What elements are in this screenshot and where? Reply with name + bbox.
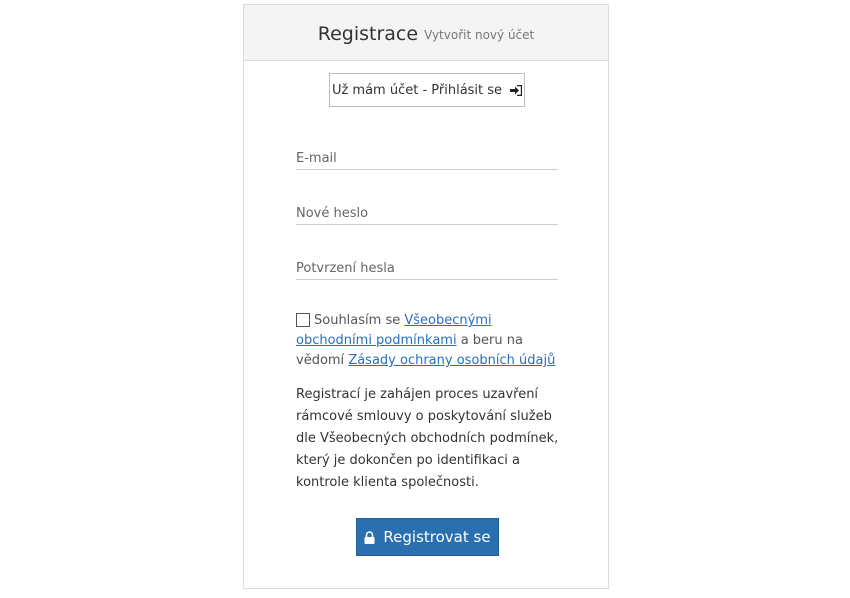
login-button-label: Už mám účet - Přihlásit se	[331, 82, 503, 98]
panel-header: Registrace Vytvořit nový účet	[244, 5, 608, 61]
email-field-wrapper	[296, 147, 558, 170]
consent-block: Souhlasím se Všeobecnými obchodními podm…	[296, 311, 562, 371]
sign-in-icon	[510, 84, 523, 96]
registration-panel: Registrace Vytvořit nový účet Už mám úče…	[243, 4, 609, 589]
login-button[interactable]: Už mám účet - Přihlásit se	[329, 73, 525, 107]
consent-text-before: Souhlasím se	[314, 313, 405, 328]
lock-icon	[364, 530, 375, 544]
page-subtitle: Vytvořit nový účet	[424, 28, 535, 42]
new-password-input[interactable]	[296, 202, 558, 225]
confirm-password-field-wrapper	[296, 257, 558, 280]
privacy-link[interactable]: Zásady ochrany osobních údajů	[348, 353, 555, 368]
consent-checkbox[interactable]	[296, 313, 310, 327]
register-button[interactable]: Registrovat se	[356, 518, 499, 556]
confirm-password-input[interactable]	[296, 257, 558, 280]
email-input[interactable]	[296, 147, 558, 170]
registration-info-text: Registrací je zahájen proces uzavření rá…	[296, 387, 559, 490]
register-button-label: Registrovat se	[383, 528, 491, 546]
page-title: Registrace	[317, 22, 419, 45]
new-password-field-wrapper	[296, 202, 558, 225]
